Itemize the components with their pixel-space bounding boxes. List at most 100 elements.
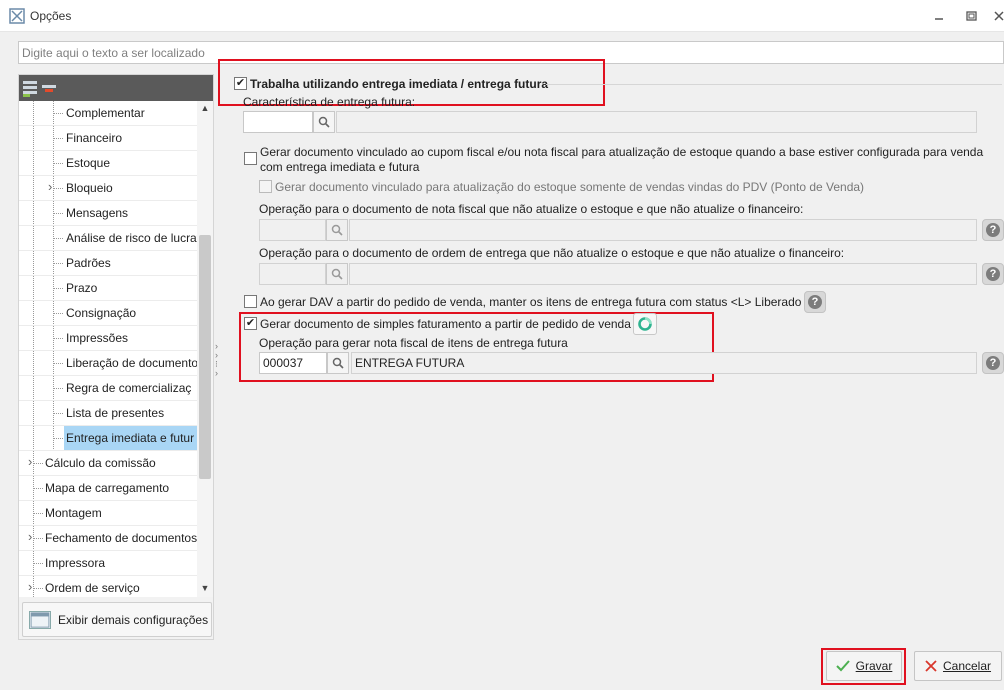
- minimize-button[interactable]: [928, 6, 950, 26]
- sidebar-item[interactable]: Lista de presentes: [19, 401, 197, 426]
- sidebar-item-label: Mensagens: [66, 206, 129, 220]
- tree-connector: [53, 113, 63, 114]
- search-icon: [331, 224, 343, 236]
- gerar-doc-vinculado-checkbox[interactable]: [244, 152, 257, 165]
- tree-connector: [53, 388, 63, 389]
- sidebar-item[interactable]: Estoque: [19, 151, 197, 176]
- tree-connector: [33, 276, 34, 300]
- tree-connector: [53, 438, 63, 439]
- tree-connector: [33, 401, 34, 425]
- tree-connector: [33, 488, 43, 489]
- splitter-arrows-icon: › › ⁝ ›: [215, 341, 218, 378]
- op-ordem-desc-field: [349, 263, 977, 285]
- maximize-button[interactable]: [960, 6, 982, 26]
- close-button[interactable]: [988, 6, 1004, 26]
- expand-all-icon[interactable]: [22, 79, 38, 97]
- sidebar-item[interactable]: Impressora: [19, 551, 197, 576]
- sidebar-item[interactable]: Prazo: [19, 276, 197, 301]
- tree-connector: [53, 138, 63, 139]
- sidebar-item-label: Montagem: [45, 506, 102, 520]
- simples-fat-checkbox[interactable]: ✔: [244, 317, 257, 330]
- sidebar-item[interactable]: Impressões: [19, 326, 197, 351]
- sidebar-item-label: Impressora: [45, 556, 106, 570]
- sidebar-item[interactable]: Liberação de documento: [19, 351, 197, 376]
- sidebar-item[interactable]: Complementar: [19, 101, 197, 126]
- window-title: Opções: [30, 9, 72, 23]
- op-simples-help-button[interactable]: ?: [982, 352, 1004, 374]
- tree-connector: [33, 563, 43, 564]
- scroll-down-icon[interactable]: ▼: [197, 583, 213, 595]
- sidebar-item[interactable]: Montagem: [19, 501, 197, 526]
- op-ordem-label: Operação para o documento de ordem de en…: [259, 246, 845, 260]
- op-simples-code-field[interactable]: 000037: [259, 352, 327, 374]
- tree-connector: [53, 338, 63, 339]
- title-bar: Opções: [0, 0, 1004, 32]
- scrollbar-thumb[interactable]: [199, 235, 211, 479]
- op-simples-lookup-button[interactable]: [327, 352, 349, 374]
- tree-connector: [33, 376, 34, 400]
- loading-indicator: [633, 313, 657, 335]
- dav-checkbox[interactable]: [244, 295, 257, 308]
- sidebar-item[interactable]: Padrões: [19, 251, 197, 276]
- expand-chevron-icon[interactable]: ›: [48, 179, 52, 194]
- group-divider: [546, 84, 1002, 85]
- loading-spinner-icon: [638, 317, 652, 331]
- sidebar-item[interactable]: › Cálculo da comissão: [19, 451, 197, 476]
- panel-splitter[interactable]: › › ⁝ ›: [214, 74, 224, 640]
- help-icon: ?: [986, 267, 1000, 281]
- tree-connector: [53, 263, 63, 264]
- tree-connector: [53, 413, 63, 414]
- dav-help-button[interactable]: ?: [804, 291, 826, 313]
- sidebar-item[interactable]: › Bloqueio: [19, 176, 197, 201]
- sidebar-item[interactable]: Regra de comercializaç: [19, 376, 197, 401]
- gerar-doc-pdv-checkbox[interactable]: [259, 180, 272, 193]
- op-nf-desc-field: [349, 219, 977, 241]
- sidebar-item[interactable]: › Fechamento de documentos: [19, 526, 197, 551]
- help-icon: ?: [808, 295, 822, 309]
- tree-connector: [33, 463, 43, 464]
- tree-connector: [33, 226, 34, 250]
- op-ordem-help-button[interactable]: ?: [982, 263, 1004, 285]
- dav-label: Ao gerar DAV a partir do pedido de venda…: [260, 295, 802, 309]
- close-x-icon: [925, 660, 937, 672]
- tree-connector: [33, 538, 43, 539]
- close-icon: [994, 11, 1004, 21]
- sidebar-item[interactable]: Mensagens: [19, 201, 197, 226]
- op-simples-label: Operação para gerar nota fiscal de itens…: [259, 336, 568, 350]
- tree-connector: [33, 576, 34, 597]
- tree-connector: [53, 238, 63, 239]
- cancel-button[interactable]: Cancelar: [914, 651, 1002, 681]
- expand-chevron-icon[interactable]: ›: [28, 454, 32, 469]
- search-icon: [331, 268, 343, 280]
- more-config-button[interactable]: Exibir demais configurações: [22, 602, 212, 637]
- sidebar-item[interactable]: Financeiro: [19, 126, 197, 151]
- op-ordem-lookup-button[interactable]: [326, 263, 348, 285]
- save-button-label: Gravar: [855, 659, 893, 673]
- tree-connector: [33, 126, 34, 150]
- collapse-all-icon[interactable]: [41, 83, 57, 95]
- op-ordem-code-field[interactable]: [259, 263, 326, 285]
- expand-chevron-icon[interactable]: ›: [28, 529, 32, 544]
- expand-chevron-icon[interactable]: ›: [28, 579, 32, 594]
- sidebar-item[interactable]: Entrega imediata e futur: [19, 426, 197, 451]
- group-checkbox[interactable]: ✔: [234, 77, 247, 90]
- tree-connector: [33, 201, 34, 225]
- caracteristica-code-field[interactable]: [243, 111, 313, 133]
- sidebar-item[interactable]: Consignação: [19, 301, 197, 326]
- sidebar-item[interactable]: › Ordem de serviço: [19, 576, 197, 597]
- tree-scrollbar[interactable]: ▲ ▼: [197, 101, 213, 597]
- tree-connector: [33, 151, 34, 175]
- op-nf-lookup-button[interactable]: [326, 219, 348, 241]
- op-nf-help-button[interactable]: ?: [982, 219, 1004, 241]
- scroll-up-icon[interactable]: ▲: [197, 103, 213, 115]
- caracteristica-lookup-button[interactable]: [313, 111, 335, 133]
- sidebar-item[interactable]: Mapa de carregamento: [19, 476, 197, 501]
- sidebar-item-label: Complementar: [66, 106, 145, 120]
- gerar-doc-vinculado-label-2: com entrega imediata e futura: [260, 160, 420, 174]
- sidebar-item[interactable]: Análise de risco de lucrat: [19, 226, 197, 251]
- save-button[interactable]: Gravar: [826, 651, 902, 681]
- op-nf-label: Operação para o documento de nota fiscal…: [259, 202, 804, 216]
- op-nf-code-field[interactable]: [259, 219, 326, 241]
- more-config-label: Exibir demais configurações: [58, 613, 209, 627]
- sidebar-item-label: Ordem de serviço: [45, 581, 140, 595]
